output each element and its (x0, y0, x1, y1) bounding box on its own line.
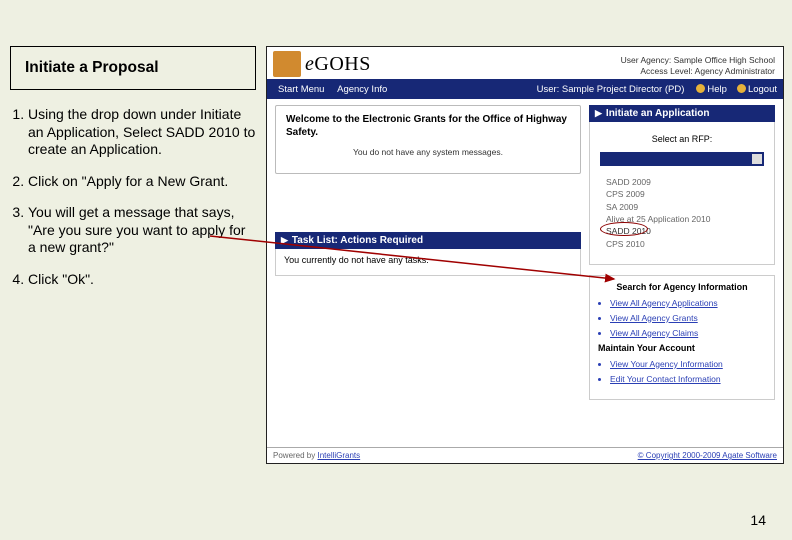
rfp-option[interactable]: Alive at 25 Application 2010 (606, 213, 764, 225)
header-user-info: User Agency: Sample Office High School A… (621, 55, 775, 77)
footer-powered-label: Powered by (273, 451, 317, 460)
app-footer: Powered by IntelliGrants © Copyright 200… (267, 447, 783, 463)
link-view-claims[interactable]: View All Agency Claims (610, 328, 766, 338)
instruction-panel: Initiate a Proposal Using the drop down … (10, 46, 256, 302)
rfp-option[interactable]: SADD 2009 (606, 176, 764, 188)
tasklist-body: You currently do not have any tasks. (275, 249, 581, 276)
step-list: Using the drop down under Initiate an Ap… (10, 106, 256, 288)
menu-agency[interactable]: Agency Info (332, 83, 392, 96)
welcome-panel: Welcome to the Electronic Grants for the… (275, 105, 581, 174)
menu-start[interactable]: Start Menu (273, 83, 329, 96)
chevron-right-icon: ▶ (595, 108, 602, 119)
initiate-panel: Select an RFP: SADD 2009 CPS 2009 SA 200… (589, 122, 775, 265)
search-head: Search for Agency Information (598, 282, 766, 292)
link-edit-contact[interactable]: Edit Your Contact Information (610, 374, 766, 384)
app-logo-icon (273, 51, 301, 77)
chevron-right-icon: ▶ (281, 235, 288, 246)
menubar: Start Menu Agency Info User: Sample Proj… (267, 79, 783, 99)
tasklist-head: ▶ Task List: Actions Required (275, 232, 581, 249)
link-view-applications[interactable]: View All Agency Applications (610, 298, 766, 308)
step-1: Using the drop down under Initiate an Ap… (28, 106, 256, 159)
maintain-head: Maintain Your Account (598, 343, 766, 353)
footer-copyright[interactable]: © Copyright 2000-2009 Agate Software (638, 451, 777, 460)
rfp-option[interactable]: CPS 2010 (606, 238, 764, 250)
welcome-message: You do not have any system messages. (286, 147, 570, 157)
link-view-grants[interactable]: View All Agency Grants (610, 313, 766, 323)
welcome-title: Welcome to the Electronic Grants for the… (286, 114, 570, 139)
rfp-option-list: SADD 2009 CPS 2009 SA 2009 Alive at 25 A… (598, 174, 766, 254)
app-header: eGOHS User Agency: Sample Office High Sc… (267, 47, 783, 79)
menu-logout[interactable]: Logout (748, 84, 777, 95)
step-3: You will get a message that says, "Are y… (28, 204, 256, 257)
rfp-dropdown[interactable] (600, 152, 764, 166)
step-4: Click "Ok". (28, 271, 256, 289)
app-window: eGOHS User Agency: Sample Office High Sc… (266, 46, 784, 464)
link-view-agency-info[interactable]: View Your Agency Information (610, 359, 766, 369)
menu-user: User: Sample Project Director (PD) (537, 84, 685, 95)
rfp-option[interactable]: SA 2009 (606, 201, 764, 213)
menu-help[interactable]: Help (707, 84, 727, 95)
logout-icon (737, 84, 746, 93)
select-rfp-label: Select an RFP: (598, 128, 766, 148)
search-panel: Search for Agency Information View All A… (589, 275, 775, 400)
rfp-option-sadd2010[interactable]: SADD 2010 (606, 225, 764, 237)
page-number: 14 (750, 512, 766, 528)
initiate-head: ▶ Initiate an Application (589, 105, 775, 122)
rfp-option[interactable]: CPS 2009 (606, 188, 764, 200)
slide-title: Initiate a Proposal (10, 46, 256, 90)
app-brand: eGOHS (305, 53, 371, 76)
help-icon (696, 84, 705, 93)
step-2: Click on "Apply for a New Grant. (28, 173, 256, 191)
footer-powered-link[interactable]: IntelliGrants (317, 451, 360, 460)
